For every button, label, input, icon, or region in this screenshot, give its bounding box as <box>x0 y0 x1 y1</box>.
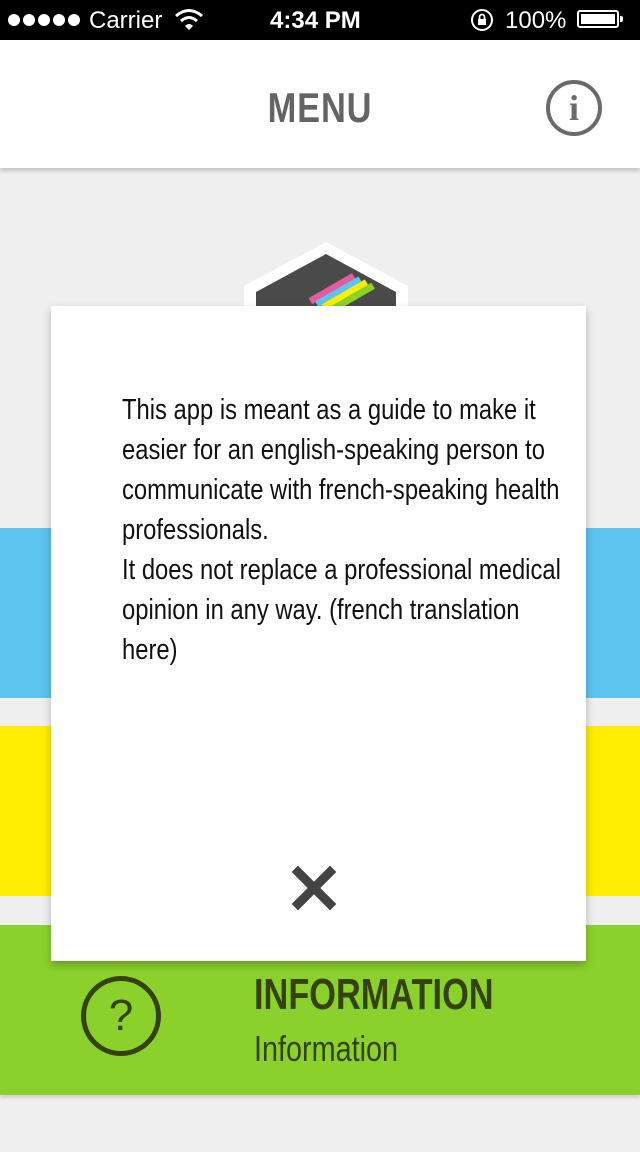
nav-bar: MENU i <box>0 40 640 168</box>
help-icon: ? <box>81 976 161 1056</box>
wifi-icon <box>175 9 203 30</box>
disclaimer-paragraph: It does not replace a professional medic… <box>122 554 561 666</box>
disclaimer-paragraph: This app is meant as a guide to make it … <box>122 394 560 546</box>
battery-icon <box>577 10 623 28</box>
info-icon: i <box>568 88 579 128</box>
page-title: MENU <box>267 84 373 131</box>
status-bar: Carrier 4:34 PM 100% <box>0 0 640 40</box>
clock: 4:34 PM <box>270 7 361 34</box>
carrier-label: Carrier <box>89 7 163 34</box>
close-icon[interactable] <box>292 866 336 910</box>
signal-icon <box>8 14 80 26</box>
disclaimer-text: This app is meant as a guide to make it … <box>122 390 565 670</box>
menu-item-information-title: INFORMATION <box>254 970 494 1019</box>
menu-item-information-subtitle: Information <box>254 1028 399 1069</box>
disclaimer-modal: This app is meant as a guide to make it … <box>51 306 586 961</box>
battery-percent: 100% <box>505 7 567 34</box>
lock-icon <box>471 9 493 31</box>
info-button[interactable]: i <box>546 80 602 136</box>
help-glyph: ? <box>108 991 134 1040</box>
